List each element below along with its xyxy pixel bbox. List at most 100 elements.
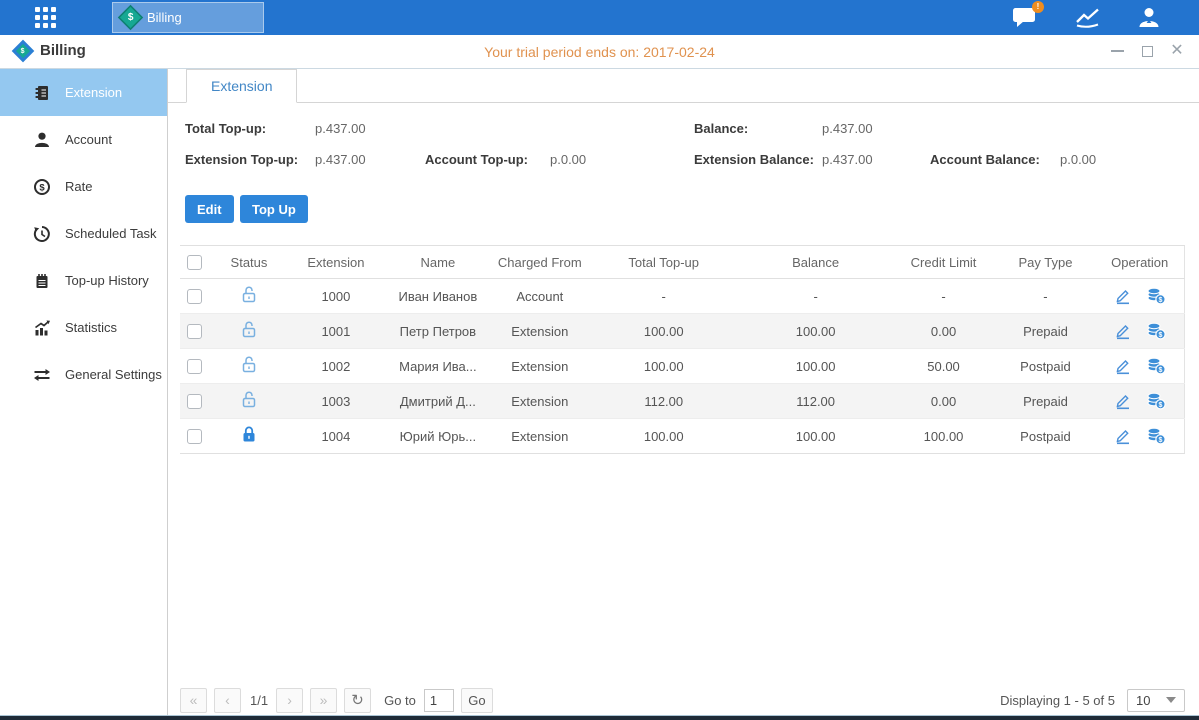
cell-total-topup: 112.00 [588,384,740,419]
cell-name: Мария Ива... [384,349,492,384]
dollar-circle-icon: $ [33,178,51,196]
balance-label: Balance: [694,121,748,136]
extension-balance-label: Extension Balance: [694,152,814,167]
select-all-checkbox[interactable] [187,255,202,270]
cell-pay-type: - [996,279,1096,314]
topup-coins-icon[interactable]: $ [1146,287,1166,305]
table-row[interactable]: 1004Юрий Юрь...Extension100.00100.00100.… [180,419,1185,454]
cell-credit-limit: 100.00 [892,419,996,454]
prev-page-button[interactable]: ‹ [214,688,241,713]
cell-credit-limit: 0.00 [892,384,996,419]
edit-icon[interactable] [1114,392,1132,410]
unlocked-icon[interactable] [240,390,258,409]
tab-extension[interactable]: Extension [186,69,297,103]
window-bottom-edge [0,715,1199,720]
col-pay-type: Pay Type [996,246,1096,279]
next-page-button[interactable]: › [276,688,303,713]
user-account-icon[interactable] [1137,6,1161,30]
messages-icon[interactable]: ! [1012,6,1038,29]
sidebar-item-account[interactable]: Account [0,116,167,163]
svg-text:$: $ [1158,367,1162,374]
maximize-icon[interactable] [1139,43,1155,59]
notification-badge: ! [1032,1,1044,13]
table-row[interactable]: 1000Иван ИвановAccount----$ [180,279,1185,314]
edit-icon[interactable] [1114,287,1132,305]
main-content: Extension Total Top-up: p.437.00 Balance… [168,69,1199,715]
table-row[interactable]: 1003Дмитрий Д...Extension112.00112.000.0… [180,384,1185,419]
table-row[interactable]: 1002Мария Ива...Extension100.00100.0050.… [180,349,1185,384]
row-checkbox[interactable] [187,324,202,339]
bar-chart-icon [33,319,51,337]
cell-name: Дмитрий Д... [384,384,492,419]
svg-text:$: $ [39,182,45,193]
goto-label: Go to [384,693,416,708]
col-credit-limit: Credit Limit [892,246,996,279]
cell-total-topup: 100.00 [588,314,740,349]
extension-balance-value: p.437.00 [822,152,873,167]
topup-coins-icon[interactable]: $ [1146,427,1166,445]
account-topup-label: Account Top-up: [425,152,528,167]
cell-name: Петр Петров [384,314,492,349]
topup-coins-icon[interactable]: $ [1146,392,1166,410]
edit-button[interactable]: Edit [185,195,234,223]
row-checkbox[interactable] [187,394,202,409]
cell-extension: 1001 [288,314,384,349]
cell-charged-from: Extension [492,314,588,349]
row-checkbox[interactable] [187,289,202,304]
unlocked-icon[interactable] [240,320,258,339]
unlocked-icon[interactable] [240,355,258,374]
cell-charged-from: Extension [492,419,588,454]
cell-balance: - [740,279,892,314]
account-balance-label: Account Balance: [930,152,1040,167]
sidebar-item-scheduled-task[interactable]: Scheduled Task [0,210,167,257]
cell-balance: 112.00 [740,384,892,419]
table-row[interactable]: 1001Петр ПетровExtension100.00100.000.00… [180,314,1185,349]
unlocked-icon[interactable] [240,285,258,304]
extension-table-body: 1000Иван ИвановAccount----$1001Петр Петр… [180,279,1185,454]
last-page-button[interactable]: » [310,688,337,713]
top-up-button[interactable]: Top Up [240,195,308,223]
cell-balance: 100.00 [740,419,892,454]
account-balance-value: p.0.00 [1060,152,1096,167]
svg-text:$: $ [1158,297,1162,304]
row-checkbox[interactable] [187,429,202,444]
goto-page-input[interactable] [424,689,454,712]
taskbar-item-billing[interactable]: $ Billing [112,2,264,33]
locked-icon[interactable] [240,425,258,444]
edit-icon[interactable] [1114,427,1132,445]
sidebar-item-general-settings[interactable]: General Settings [0,351,167,398]
sidebar-item-rate[interactable]: $ Rate [0,163,167,210]
go-button[interactable]: Go [461,688,493,713]
extension-topup-value: p.437.00 [315,152,366,167]
trial-notice: Your trial period ends on: 2017-02-24 [0,44,1199,60]
cell-credit-limit: 50.00 [892,349,996,384]
billing-app-icon: $ [120,7,141,28]
page-size-value: 10 [1136,693,1150,708]
sidebar-item-extension[interactable]: Extension [0,69,167,116]
app-grid-icon[interactable] [35,7,66,29]
sidebar-item-label: Top-up History [65,273,149,288]
sidebar-item-label: Scheduled Task [65,226,157,241]
cell-total-topup: 100.00 [588,419,740,454]
total-topup-label: Total Top-up: [185,121,266,136]
edit-icon[interactable] [1114,322,1132,340]
first-page-button[interactable]: « [180,688,207,713]
displaying-text: Displaying 1 - 5 of 5 [1000,693,1115,708]
refresh-icon[interactable]: ↻ [344,688,371,713]
sidebar-item-label: Statistics [65,320,117,335]
row-checkbox[interactable] [187,359,202,374]
minimize-icon[interactable] [1109,43,1125,59]
edit-icon[interactable] [1114,357,1132,375]
sidebar-item-topup-history[interactable]: Top-up History [0,257,167,304]
svg-text:$: $ [1158,402,1162,409]
topup-coins-icon[interactable]: $ [1146,357,1166,375]
close-icon[interactable]: ✕ [1169,43,1185,59]
svg-text:$: $ [1158,332,1162,339]
topup-coins-icon[interactable]: $ [1146,322,1166,340]
table-header-row: Status Extension Name Charged From Total… [180,246,1185,279]
window-title-bar: $ Billing Your trial period ends on: 201… [0,35,1199,69]
sidebar-item-statistics[interactable]: Statistics [0,304,167,351]
page-size-select[interactable]: 10 [1127,689,1185,712]
statistics-chart-icon[interactable] [1075,6,1100,29]
extension-table: Status Extension Name Charged From Total… [180,245,1185,454]
